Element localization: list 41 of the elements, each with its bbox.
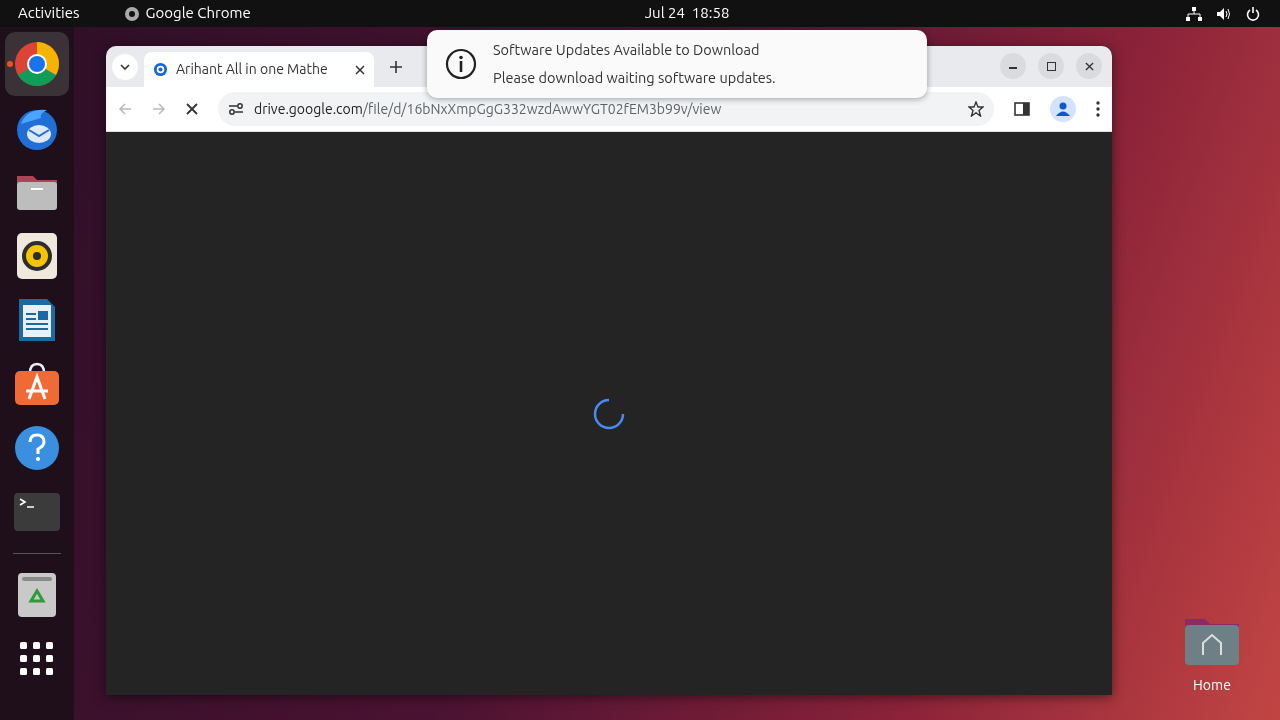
drive-favicon bbox=[153, 62, 168, 77]
profile-button[interactable] bbox=[1050, 96, 1076, 122]
document-icon[interactable] bbox=[17, 297, 57, 343]
network-icon[interactable] bbox=[1186, 6, 1202, 21]
maximize-button[interactable] bbox=[1038, 53, 1064, 79]
new-tab-icon[interactable] bbox=[390, 61, 402, 73]
volume-icon[interactable] bbox=[1216, 6, 1232, 21]
minimize-button[interactable] bbox=[1000, 53, 1026, 79]
info-icon bbox=[445, 48, 477, 80]
app-grid-icon[interactable] bbox=[20, 642, 54, 676]
terminal-icon[interactable] bbox=[14, 493, 60, 531]
help-icon[interactable] bbox=[14, 425, 60, 471]
notification-title: Software Updates Available to Download bbox=[493, 40, 761, 61]
stop-icon[interactable] bbox=[186, 103, 198, 115]
power-icon[interactable] bbox=[1246, 6, 1260, 21]
loading-spinner bbox=[593, 397, 625, 430]
browser-icon[interactable] bbox=[13, 40, 61, 88]
person-icon bbox=[1055, 101, 1071, 117]
activities-button[interactable]: Activities bbox=[18, 2, 80, 25]
notification-body: Please download waiting software updates. bbox=[493, 68, 776, 88]
notification-banner[interactable]: Software Updates Available to Download Please download waiting software updates. bbox=[427, 30, 927, 98]
app-menu[interactable]: Google Chrome bbox=[145, 2, 251, 25]
site-settings-icon[interactable] bbox=[228, 102, 244, 116]
desktop-icon-label: Home bbox=[1193, 676, 1231, 695]
close-icon[interactable] bbox=[355, 64, 365, 75]
star-icon[interactable] bbox=[968, 101, 984, 117]
browser-tab[interactable]: Arihant All in one Mathe bbox=[144, 52, 374, 87]
tab-title: Arihant All in one Mathe bbox=[176, 60, 328, 79]
app-icon bbox=[123, 5, 140, 22]
tab-search-button[interactable] bbox=[112, 54, 138, 80]
clock[interactable]: Jul 24 18:58 bbox=[644, 2, 730, 25]
close-icon bbox=[1084, 61, 1094, 71]
url-text: drive.google.com/file/d/16bNxXmpGgG332wzdAwwYGT02fEM3b99v/view bbox=[254, 99, 722, 119]
dock-item[interactable] bbox=[5, 32, 69, 96]
speaker-icon[interactable] bbox=[17, 233, 57, 279]
side-panel-icon[interactable] bbox=[1014, 102, 1030, 116]
menu-icon[interactable] bbox=[1096, 101, 1100, 117]
close-button[interactable] bbox=[1076, 53, 1102, 79]
shopping-bag-icon[interactable] bbox=[14, 361, 60, 407]
chevron-down-icon bbox=[120, 64, 130, 70]
running-indicator bbox=[7, 61, 13, 67]
